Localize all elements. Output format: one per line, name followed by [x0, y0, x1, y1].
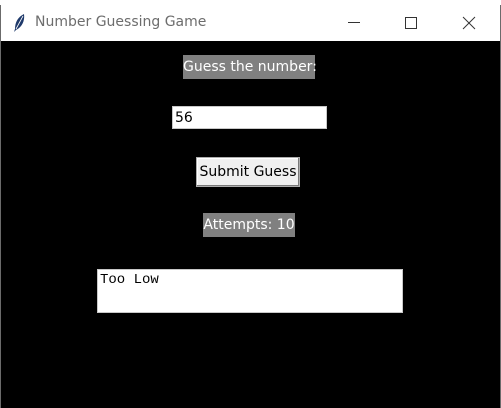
maximize-icon — [405, 17, 417, 29]
guess-prompt-label: Guess the number: — [183, 55, 317, 79]
minimize-icon — [348, 22, 360, 23]
close-button[interactable] — [446, 5, 492, 41]
attempts-label: Attempts: 10 — [203, 213, 295, 237]
guess-input[interactable] — [172, 106, 327, 129]
result-text-area[interactable]: Too Low — [97, 269, 403, 313]
close-icon — [462, 16, 476, 30]
feather-icon — [12, 13, 26, 33]
title-bar[interactable]: Number Guessing Game — [1, 5, 500, 41]
window-title: Number Guessing Game — [35, 14, 207, 30]
submit-guess-button[interactable]: Submit Guess — [196, 157, 300, 187]
client-area: Guess the number: Submit Guess Attempts:… — [1, 41, 500, 408]
minimize-button[interactable] — [331, 5, 377, 41]
app-window: Number Guessing Game Guess the number: S… — [0, 5, 501, 408]
maximize-button[interactable] — [388, 5, 434, 41]
